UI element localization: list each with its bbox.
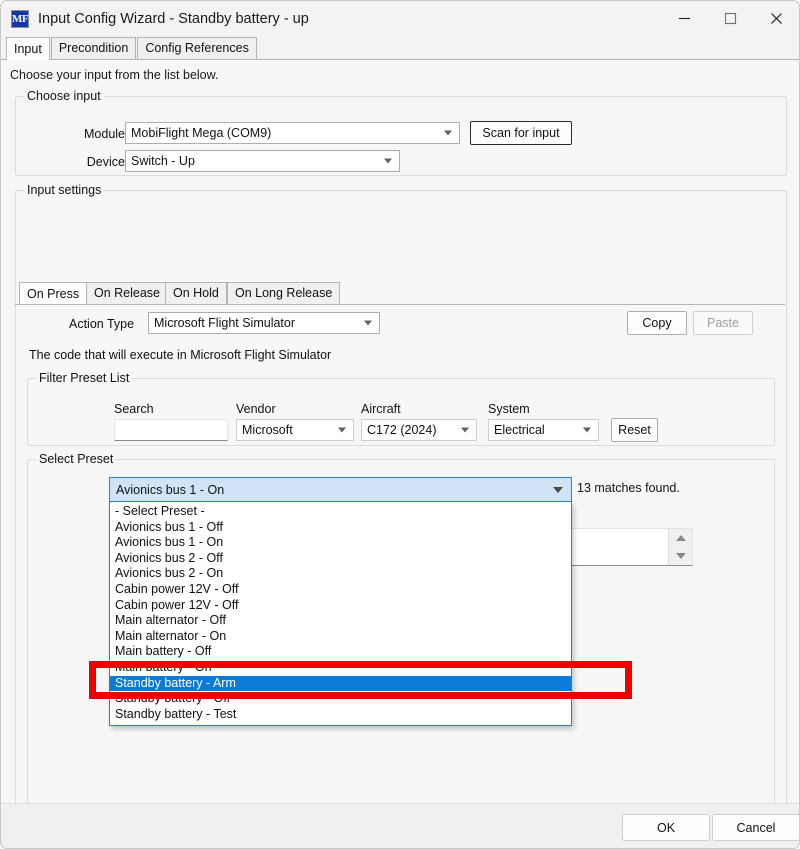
chevron-down-icon bbox=[461, 428, 469, 433]
chevron-down-icon bbox=[553, 487, 563, 493]
tab-precondition[interactable]: Precondition bbox=[51, 37, 137, 59]
preset-option-list[interactable]: - Select Preset - Avionics bus 1 - Off A… bbox=[109, 502, 572, 726]
chevron-down-icon bbox=[444, 131, 452, 136]
aircraft-value: C172 (2024) bbox=[367, 423, 437, 437]
dialog-footer: OK Cancel bbox=[1, 803, 799, 848]
list-item[interactable]: Cabin power 12V - Off bbox=[110, 582, 571, 598]
list-item[interactable]: Avionics bus 2 - On bbox=[110, 566, 571, 582]
window-title: Input Config Wizard - Standby battery - … bbox=[38, 11, 309, 27]
close-icon[interactable] bbox=[753, 1, 799, 36]
select-preset-legend: Select Preset bbox=[36, 452, 116, 466]
tab-on-release[interactable]: On Release bbox=[86, 282, 168, 304]
choose-input-legend: Choose input bbox=[24, 89, 104, 103]
device-value: Switch - Up bbox=[131, 154, 195, 168]
list-item-selected[interactable]: Standby battery - Arm bbox=[110, 676, 571, 692]
mobiflight-logo-icon: MF bbox=[11, 10, 29, 28]
cancel-button[interactable]: Cancel bbox=[712, 814, 800, 841]
vendor-dropdown[interactable]: Microsoft bbox=[236, 419, 354, 441]
chevron-down-icon bbox=[384, 159, 392, 164]
chevron-down-icon bbox=[364, 321, 372, 326]
matches-found-text: 13 matches found. bbox=[577, 481, 680, 495]
list-item[interactable]: Main alternator - Off bbox=[110, 613, 571, 629]
module-label: Module bbox=[73, 127, 125, 141]
action-type-dropdown[interactable]: Microsoft Flight Simulator bbox=[148, 312, 380, 334]
search-input[interactable] bbox=[114, 419, 228, 441]
chevron-down-icon bbox=[583, 428, 591, 433]
spinner-buttons bbox=[668, 529, 692, 565]
module-value: MobiFlight Mega (COM9) bbox=[131, 126, 271, 140]
filter-preset-list-legend: Filter Preset List bbox=[36, 371, 132, 385]
list-item[interactable]: Avionics bus 1 - Off bbox=[110, 520, 571, 536]
aircraft-dropdown[interactable]: C172 (2024) bbox=[361, 419, 477, 441]
action-type-value: Microsoft Flight Simulator bbox=[154, 316, 295, 330]
tab-on-press[interactable]: On Press bbox=[19, 282, 87, 305]
instruction-text: Choose your input from the list below. bbox=[10, 68, 218, 82]
select-preset-value: Avionics bus 1 - On bbox=[116, 483, 224, 497]
window-controls bbox=[661, 1, 799, 36]
aircraft-label: Aircraft bbox=[361, 402, 401, 416]
list-item[interactable]: Main alternator - On bbox=[110, 629, 571, 645]
device-dropdown[interactable]: Switch - Up bbox=[125, 150, 400, 172]
list-item[interactable]: Standby battery - Test bbox=[110, 707, 571, 723]
tab-on-hold[interactable]: On Hold bbox=[165, 282, 227, 304]
input-config-wizard-window: MF Input Config Wizard - Standby battery… bbox=[0, 0, 800, 849]
reset-button[interactable]: Reset bbox=[611, 418, 658, 442]
spinner-down-icon[interactable] bbox=[669, 547, 692, 565]
vendor-value: Microsoft bbox=[242, 423, 293, 437]
spinner-up-icon[interactable] bbox=[669, 529, 692, 547]
maximize-icon[interactable] bbox=[707, 1, 753, 36]
device-label: Device bbox=[73, 155, 125, 169]
list-item[interactable]: Avionics bus 1 - On bbox=[110, 535, 571, 551]
minimize-icon[interactable] bbox=[661, 1, 707, 36]
module-dropdown[interactable]: MobiFlight Mega (COM9) bbox=[125, 122, 460, 144]
scan-for-input-button[interactable]: Scan for input bbox=[470, 121, 572, 145]
system-value: Electrical bbox=[494, 423, 545, 437]
tab-input[interactable]: Input bbox=[6, 37, 50, 60]
list-item[interactable]: Standby battery - Off bbox=[110, 691, 571, 707]
list-item[interactable]: Main battery - On bbox=[110, 660, 571, 676]
system-dropdown[interactable]: Electrical bbox=[488, 419, 599, 441]
system-label: System bbox=[488, 402, 530, 416]
vendor-label: Vendor bbox=[236, 402, 276, 416]
select-preset-dropdown[interactable]: Avionics bus 1 - On bbox=[109, 477, 572, 502]
action-description: The code that will execute in Microsoft … bbox=[29, 348, 331, 362]
input-settings-legend: Input settings bbox=[24, 183, 104, 197]
tab-on-long-release[interactable]: On Long Release bbox=[227, 282, 340, 304]
paste-button[interactable]: Paste bbox=[693, 311, 753, 335]
tab-config-references[interactable]: Config References bbox=[137, 37, 257, 59]
search-label: Search bbox=[114, 402, 154, 416]
list-item[interactable]: - Select Preset - bbox=[110, 504, 571, 520]
copy-button[interactable]: Copy bbox=[627, 311, 687, 335]
main-tab-strip: Input Precondition Config References bbox=[1, 37, 799, 60]
list-item[interactable]: Cabin power 12V - Off bbox=[110, 598, 571, 614]
tab-content-input: Choose your input from the list below. C… bbox=[1, 60, 799, 803]
list-item[interactable]: Main battery - Off bbox=[110, 644, 571, 660]
inner-tab-divider bbox=[15, 304, 785, 305]
title-bar: MF Input Config Wizard - Standby battery… bbox=[1, 1, 799, 37]
action-type-label: Action Type bbox=[69, 317, 134, 331]
list-item[interactable]: Avionics bus 2 - Off bbox=[110, 551, 571, 567]
ok-button[interactable]: OK bbox=[622, 814, 710, 841]
chevron-down-icon bbox=[338, 428, 346, 433]
